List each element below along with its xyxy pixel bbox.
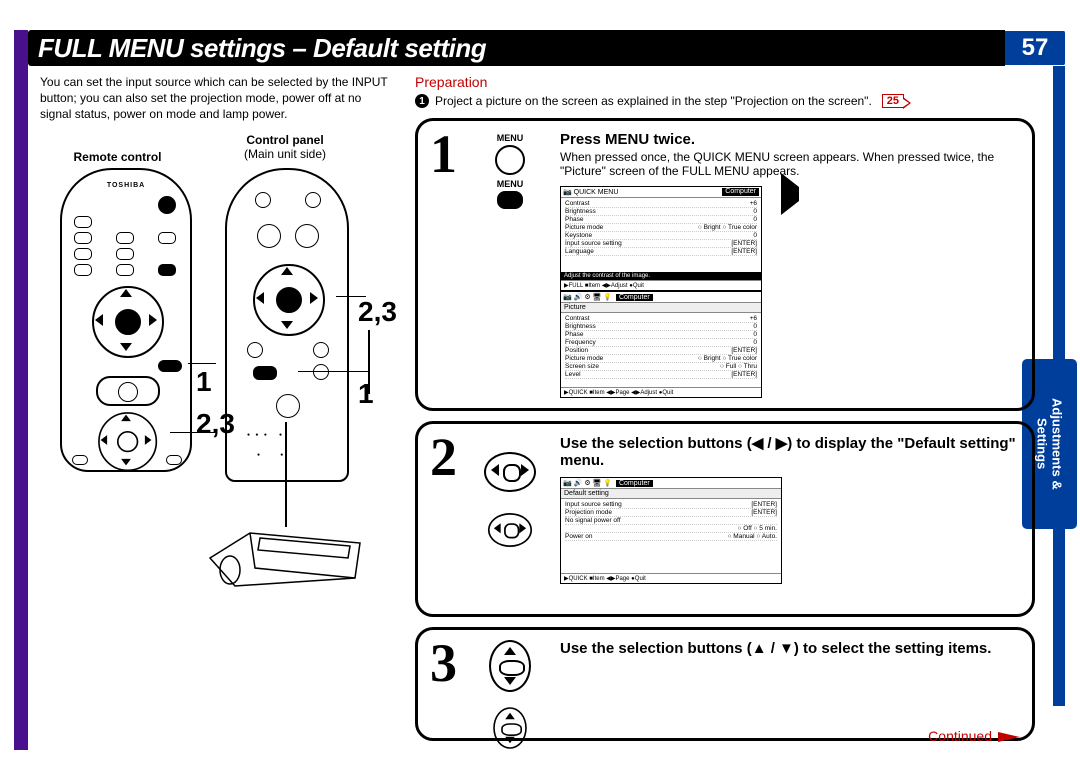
preparation-line: 1 Project a picture on the screen as exp… bbox=[415, 94, 1035, 108]
callout-23: 2,3 bbox=[358, 296, 397, 328]
panel-led-row: ● ● bbox=[257, 452, 287, 458]
leader-line bbox=[298, 371, 368, 373]
panel-button bbox=[255, 192, 271, 208]
step-number: 2 bbox=[430, 430, 457, 484]
control-panel-illustration: ● ● ● ● ● ● bbox=[225, 168, 349, 482]
preparation-text: Project a picture on the screen as expla… bbox=[435, 94, 872, 108]
bullet-1-icon: 1 bbox=[415, 94, 429, 108]
remote-brand: TOSHIBA bbox=[62, 182, 190, 189]
step-number: 1 bbox=[430, 127, 457, 181]
purple-stripe bbox=[14, 30, 28, 750]
continued-label: Continued bbox=[928, 728, 1020, 744]
full-menu-rows: Contrast+6Brightness0Phase0Frequency0Pos… bbox=[561, 313, 761, 387]
remote-small-button bbox=[72, 455, 88, 465]
remote-small-button bbox=[166, 455, 182, 465]
manual-page: FULL MENU settings – Default setting 57 … bbox=[0, 0, 1080, 764]
remote-small-button bbox=[74, 264, 92, 276]
panel-dpad bbox=[253, 264, 321, 332]
remote-label: Remote control bbox=[40, 133, 195, 164]
step-1-box: 1 MENU MENU Press MENU twice. When press… bbox=[415, 118, 1035, 411]
step-1-content: Press MENU twice. When pressed once, the… bbox=[560, 131, 1018, 398]
step-3-icons bbox=[482, 636, 538, 760]
default-setting-rows: Input source setting[ENTER]Projection mo… bbox=[561, 499, 781, 573]
step-3-box: 3 Use the selection buttons (▲ / ▼) to s… bbox=[415, 627, 1035, 741]
page-ref: 25 bbox=[882, 94, 904, 108]
panel-button bbox=[257, 224, 281, 248]
remote-small-button bbox=[74, 232, 92, 244]
up-down-buttons-icon bbox=[493, 707, 527, 749]
step-3-title: Use the selection buttons (▲ / ▼) to sel… bbox=[560, 640, 1018, 657]
step-3-content: Use the selection buttons (▲ / ▼) to sel… bbox=[560, 640, 1018, 657]
panel-led-row: ● ● ● ● bbox=[247, 432, 284, 438]
remote-small-button bbox=[74, 248, 92, 260]
remote-small-button bbox=[116, 232, 134, 244]
device-diagram: TOSHIBA bbox=[40, 168, 400, 638]
page-title: FULL MENU settings – Default setting bbox=[28, 30, 1005, 66]
quick-menu-rows: Contrast+6Brightness0Phase0Picture mode○… bbox=[561, 198, 761, 272]
left-column: You can set the input source which can b… bbox=[40, 74, 390, 638]
remote-menu-button bbox=[158, 360, 182, 372]
leader-line bbox=[285, 422, 287, 527]
left-right-buttons-icon bbox=[488, 513, 532, 547]
step-1-icons: MENU MENU bbox=[482, 133, 538, 213]
remote-small-button bbox=[74, 216, 92, 228]
page-header: FULL MENU settings – Default setting 57 bbox=[28, 30, 1065, 66]
panel-label: Control panel (Main unit side) bbox=[205, 133, 365, 164]
remote-small-button bbox=[116, 248, 134, 260]
panel-button bbox=[295, 224, 319, 248]
power-button-icon bbox=[158, 196, 176, 214]
section-tab-label: Adjustments & Settings bbox=[1035, 398, 1065, 490]
callout-1: 1 bbox=[196, 366, 212, 398]
remote-vol-rocker bbox=[96, 376, 160, 406]
step-2-box: 2 Use the selection buttons (◀ / ▶) to d… bbox=[415, 421, 1035, 617]
step-2-icons bbox=[482, 444, 538, 560]
panel-menu-button bbox=[253, 366, 277, 380]
preparation-heading: Preparation bbox=[415, 74, 1035, 90]
step-2-title: Use the selection buttons (◀ / ▶) to dis… bbox=[560, 434, 1018, 469]
default-setting-screenshot: 📷 🔊 ⚙ 🖥 💡 Computer Default setting Input… bbox=[560, 477, 782, 584]
menu-button-icon bbox=[497, 191, 523, 209]
leader-line bbox=[188, 363, 216, 365]
step-2-content: Use the selection buttons (◀ / ▶) to dis… bbox=[560, 434, 1018, 584]
arrow-right-icon bbox=[781, 187, 799, 201]
right-column: Preparation 1 Project a picture on the s… bbox=[415, 74, 1035, 741]
intro-text: You can set the input source which can b… bbox=[40, 74, 390, 123]
remote-lower-dpad bbox=[98, 412, 154, 468]
panel-button bbox=[305, 192, 321, 208]
remote-small-button bbox=[116, 264, 134, 276]
left-right-buttons-icon bbox=[484, 452, 536, 492]
remote-small-button bbox=[158, 232, 176, 244]
full-menu-screenshot: 📷 🔊 ⚙ 🖥 💡 Computer Picture Contrast+6Bri… bbox=[560, 291, 762, 398]
page-number: 57 bbox=[1005, 31, 1065, 65]
panel-button bbox=[247, 342, 263, 358]
remote-control-illustration: TOSHIBA bbox=[60, 168, 192, 472]
callout-1: 1 bbox=[358, 378, 374, 410]
callout-23: 2,3 bbox=[196, 408, 235, 440]
panel-button bbox=[313, 342, 329, 358]
device-labels: Remote control Control panel (Main unit … bbox=[40, 133, 390, 164]
menu-button-icon bbox=[495, 145, 525, 175]
remote-small-button bbox=[158, 264, 176, 276]
remote-dpad bbox=[92, 286, 160, 354]
step-number: 3 bbox=[430, 636, 457, 690]
up-down-buttons-icon bbox=[489, 640, 531, 692]
panel-standby-button bbox=[276, 394, 300, 418]
quick-menu-screenshot: 📷 QUICK MENUComputer Contrast+6Brightnes… bbox=[560, 186, 762, 291]
step-1-title: Press MENU twice. bbox=[560, 131, 1018, 148]
